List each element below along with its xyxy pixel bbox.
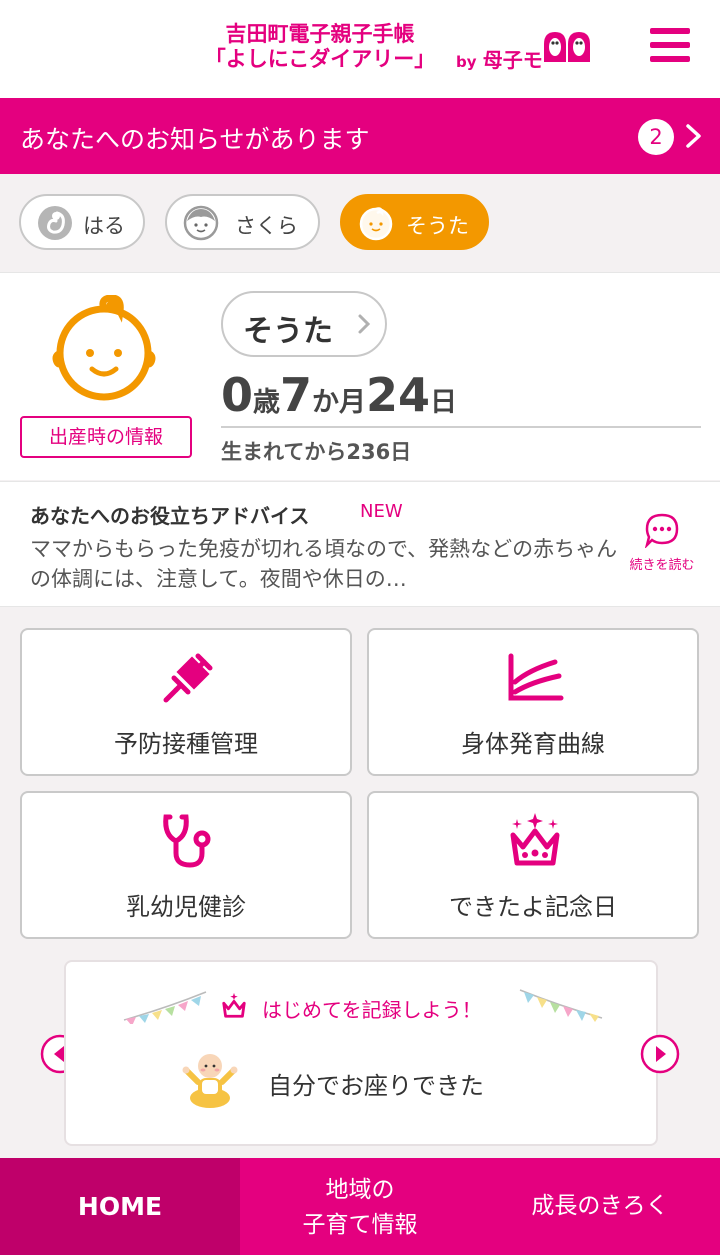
child-name-button[interactable]: そうた <box>221 291 387 357</box>
read-more-button[interactable]: 続きを読む <box>620 512 704 573</box>
stethoscope-icon <box>163 814 211 868</box>
birth-info-button[interactable]: 出産時の情報 <box>20 416 192 458</box>
milestone-carousel[interactable]: はじめてを記録しよう！ 自分でお座りできた <box>64 960 658 1146</box>
milestone-item: 自分でお座りできた <box>268 1072 484 1100</box>
child-profile-card: 出産時の情報 そうた 0歳7か月24日 生まれてから236日 <box>0 272 720 480</box>
child-tab-sakura[interactable]: さくら <box>165 194 320 250</box>
app-header: 吉田町電子親子手帳 「よしにこダイアリー」 by 母子モ <box>0 0 720 98</box>
age-years: 0 <box>221 368 254 422</box>
tile-health-checkup[interactable]: 乳幼児健診 <box>20 791 352 939</box>
child-tab-haru[interactable]: はる <box>19 194 145 250</box>
advice-title: あなたへのお役立ちアドバイス <box>30 504 310 528</box>
growth-curve-icon <box>508 653 564 701</box>
notification-bar[interactable]: あなたへのお知らせがあります 2 <box>0 98 720 174</box>
menu-button[interactable] <box>650 28 690 68</box>
bottom-navigation: HOME 地域の 子育て情報 成長のきろく <box>0 1158 720 1255</box>
new-badge: NEW <box>360 501 403 522</box>
child-name: そうた <box>243 314 333 349</box>
chevron-right-icon <box>358 314 371 334</box>
child-tab-label: はる <box>83 214 125 238</box>
brand-by: by 母子モ <box>456 44 543 73</box>
tile-vaccination[interactable]: 予防接種管理 <box>20 628 352 776</box>
child-tab-souta[interactable]: そうた <box>340 194 489 250</box>
hamburger-icon-line <box>650 28 690 34</box>
notification-text: あなたへのお知らせがあります <box>20 125 370 154</box>
child-tab-label: さくら <box>235 214 298 238</box>
brand-by-text: by <box>456 53 477 71</box>
advice-body: ママからもらった免疫が切れる頃なので、発熱などの赤ちゃんの体調には、注意して。夜… <box>30 537 618 591</box>
tile-label: 予防接種管理 <box>114 730 258 758</box>
age-years-unit: 歳 <box>253 387 281 418</box>
advice-card[interactable]: あなたへのお役立ちアドバイス NEW ママからもらった免疫が切れる頃なので、発熱… <box>0 481 720 607</box>
speech-bubble-icon <box>644 513 679 550</box>
bunting-flags-icon <box>519 989 603 1022</box>
baby-face-icon <box>52 295 156 401</box>
penguin-logo-icon <box>544 32 590 62</box>
nav-growth-record[interactable]: 成長のきろく <box>480 1158 720 1255</box>
child-selector: はる さくら そうた <box>0 174 720 270</box>
hamburger-icon-line <box>650 56 690 62</box>
milestone-heading: はじめてを記録しよう！ <box>262 998 482 1022</box>
app-brand: 吉田町電子親子手帳 「よしにこダイアリー」 by 母子モ <box>200 22 600 78</box>
age-days: 24 <box>366 368 431 422</box>
app-title-line2: 「よしにこダイアリー」 <box>204 47 436 71</box>
crown-icon <box>510 813 560 866</box>
bunting-flags-icon <box>123 991 207 1024</box>
baby-sitting-icon <box>182 1054 238 1108</box>
app-title-line1: 吉田町電子親子手帳 <box>225 22 415 46</box>
read-more-label: 続きを読む <box>629 558 695 573</box>
brand-logo-text: 母子モ <box>482 48 543 72</box>
tile-label: 身体発育曲線 <box>461 730 605 758</box>
crown-icon <box>222 992 246 1018</box>
divider <box>221 426 701 428</box>
tile-milestones[interactable]: できたよ記念日 <box>367 791 699 939</box>
notification-count-badge: 2 <box>638 119 674 155</box>
child-tab-label: そうた <box>406 214 469 238</box>
nav-label-line1: 地域の <box>325 1177 395 1203</box>
tile-label: 乳幼児健診 <box>126 893 246 921</box>
nav-label-line2: 子育て情報 <box>302 1212 418 1238</box>
hamburger-icon-line <box>650 42 690 48</box>
days-since-birth: 生まれてから236日 <box>221 440 412 464</box>
girl-face-icon <box>183 205 219 241</box>
nav-local-childcare-info[interactable]: 地域の 子育て情報 <box>240 1158 480 1255</box>
fetus-icon <box>38 206 72 240</box>
tile-growth-curve[interactable]: 身体発育曲線 <box>367 628 699 776</box>
tile-label: できたよ記念日 <box>449 893 617 921</box>
child-age: 0歳7か月24日 <box>221 368 457 422</box>
age-months: 7 <box>280 368 313 422</box>
chevron-right-icon <box>686 124 701 148</box>
age-days-unit: 日 <box>430 387 458 418</box>
carousel-next-button[interactable] <box>640 1034 680 1074</box>
baby-face-icon <box>359 207 393 241</box>
syringe-icon <box>163 653 213 703</box>
age-months-unit: か月 <box>312 387 367 418</box>
nav-home[interactable]: HOME <box>0 1158 240 1255</box>
app-title: 吉田町電子親子手帳 「よしにこダイアリー」 <box>200 22 440 72</box>
